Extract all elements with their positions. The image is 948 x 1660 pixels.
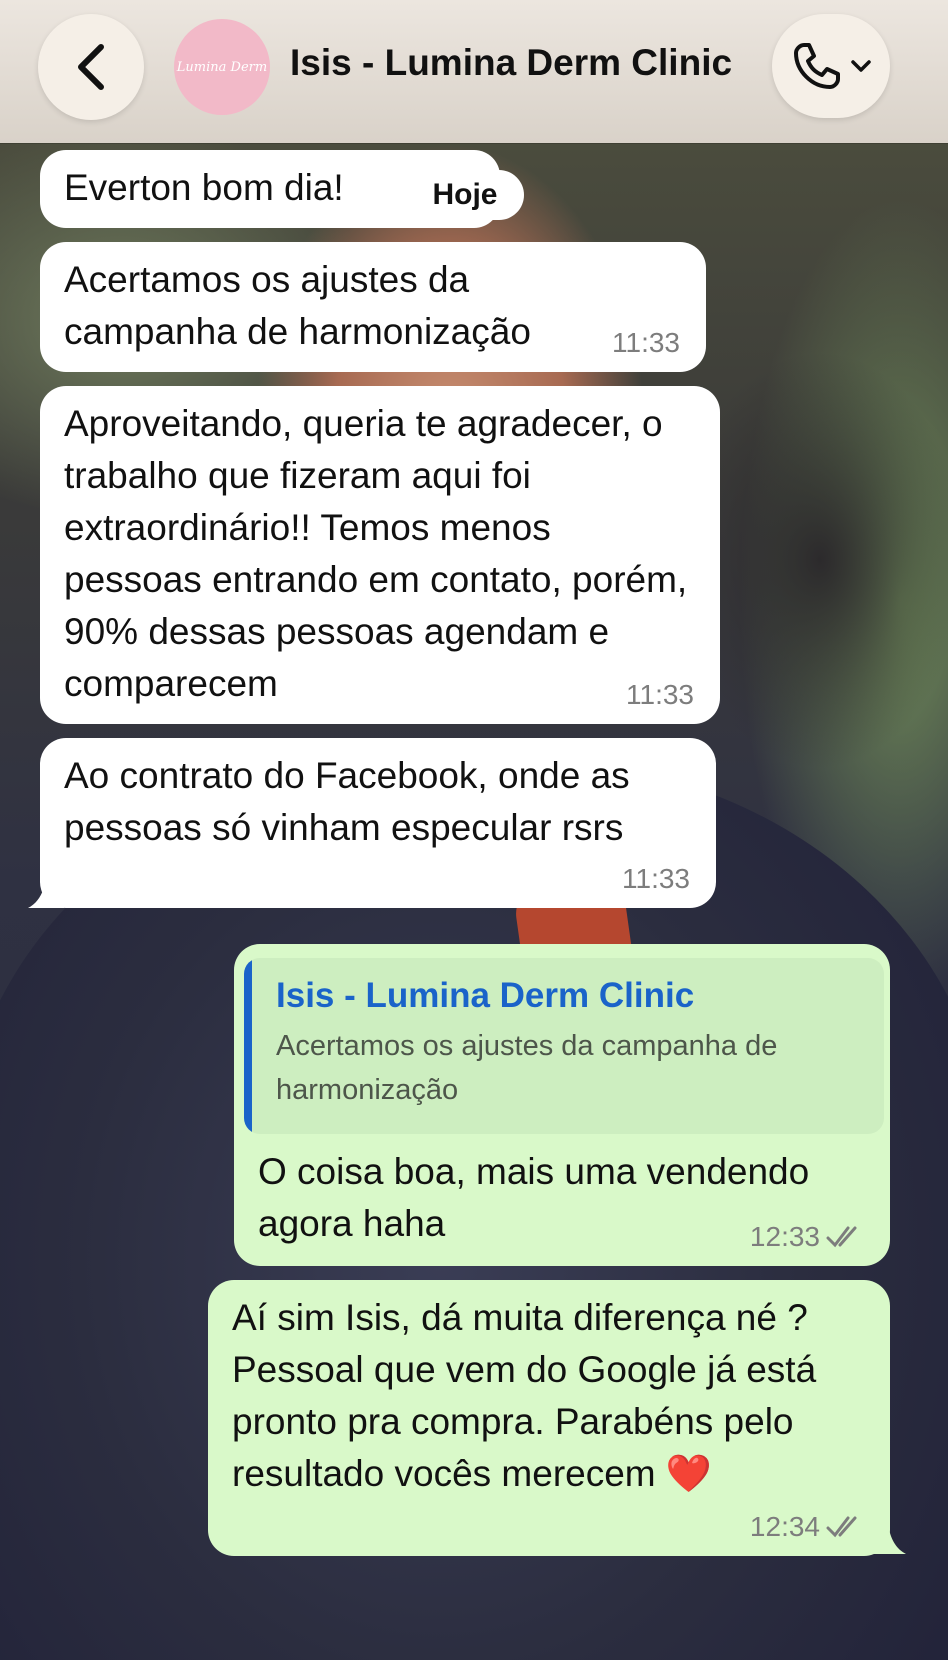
message-time-text: 12:34: [749, 1511, 820, 1542]
quoted-text: Acertamos os ajustes da campanha de harm…: [276, 1030, 778, 1106]
chat-header: Lumina Derm Isis - Lumina Derm Clinic: [0, 0, 948, 143]
message-text: Acertamos os ajustes da campanha de harm…: [64, 259, 531, 352]
bubble-tail: [870, 1518, 906, 1554]
message-time: 11:33: [626, 679, 694, 710]
message-time: 12:34: [750, 1512, 864, 1542]
message-text: Ao contrato do Facebook, onde as pessoas…: [64, 755, 630, 848]
message-text: Aí sim Isis, dá muita diferença né ? Pes…: [232, 1297, 817, 1494]
message-time: 11:33: [612, 327, 680, 358]
message-time: 11:33: [622, 863, 690, 894]
message-text: Aproveitando, queria te agradecer, o tra…: [64, 403, 688, 704]
phone-icon: [794, 43, 840, 89]
bubble-tail: [28, 872, 64, 908]
double-check-icon: [826, 1516, 857, 1538]
quoted-author: Isis - Lumina Derm Clinic: [276, 976, 695, 1015]
message-bubble-outgoing[interactable]: Aí sim Isis, dá muita diferença né ? Pes…: [208, 1280, 890, 1556]
message-text: O coisa boa, mais uma vendendo agora hah…: [258, 1151, 810, 1244]
back-button[interactable]: [38, 14, 144, 120]
chevron-down-icon: [851, 60, 871, 72]
message-bubble-incoming[interactable]: Acertamos os ajustes da campanha de harm…: [40, 242, 706, 372]
call-button[interactable]: [772, 14, 890, 118]
chevron-left-icon: [78, 44, 104, 90]
date-pill: Hoje: [406, 170, 524, 220]
avatar[interactable]: Lumina Derm: [174, 19, 270, 115]
avatar-logo-text: Lumina Derm: [176, 59, 268, 75]
quoted-message[interactable]: Isis - Lumina Derm Clinic Acertamos os a…: [244, 958, 884, 1134]
message-bubble-incoming[interactable]: Ao contrato do Facebook, onde as pessoas…: [40, 738, 716, 908]
quote-accent-bar: [244, 958, 252, 1134]
contact-name[interactable]: Isis - Lumina Derm Clinic: [290, 42, 760, 84]
message-bubble-incoming[interactable]: Aproveitando, queria te agradecer, o tra…: [40, 386, 720, 724]
